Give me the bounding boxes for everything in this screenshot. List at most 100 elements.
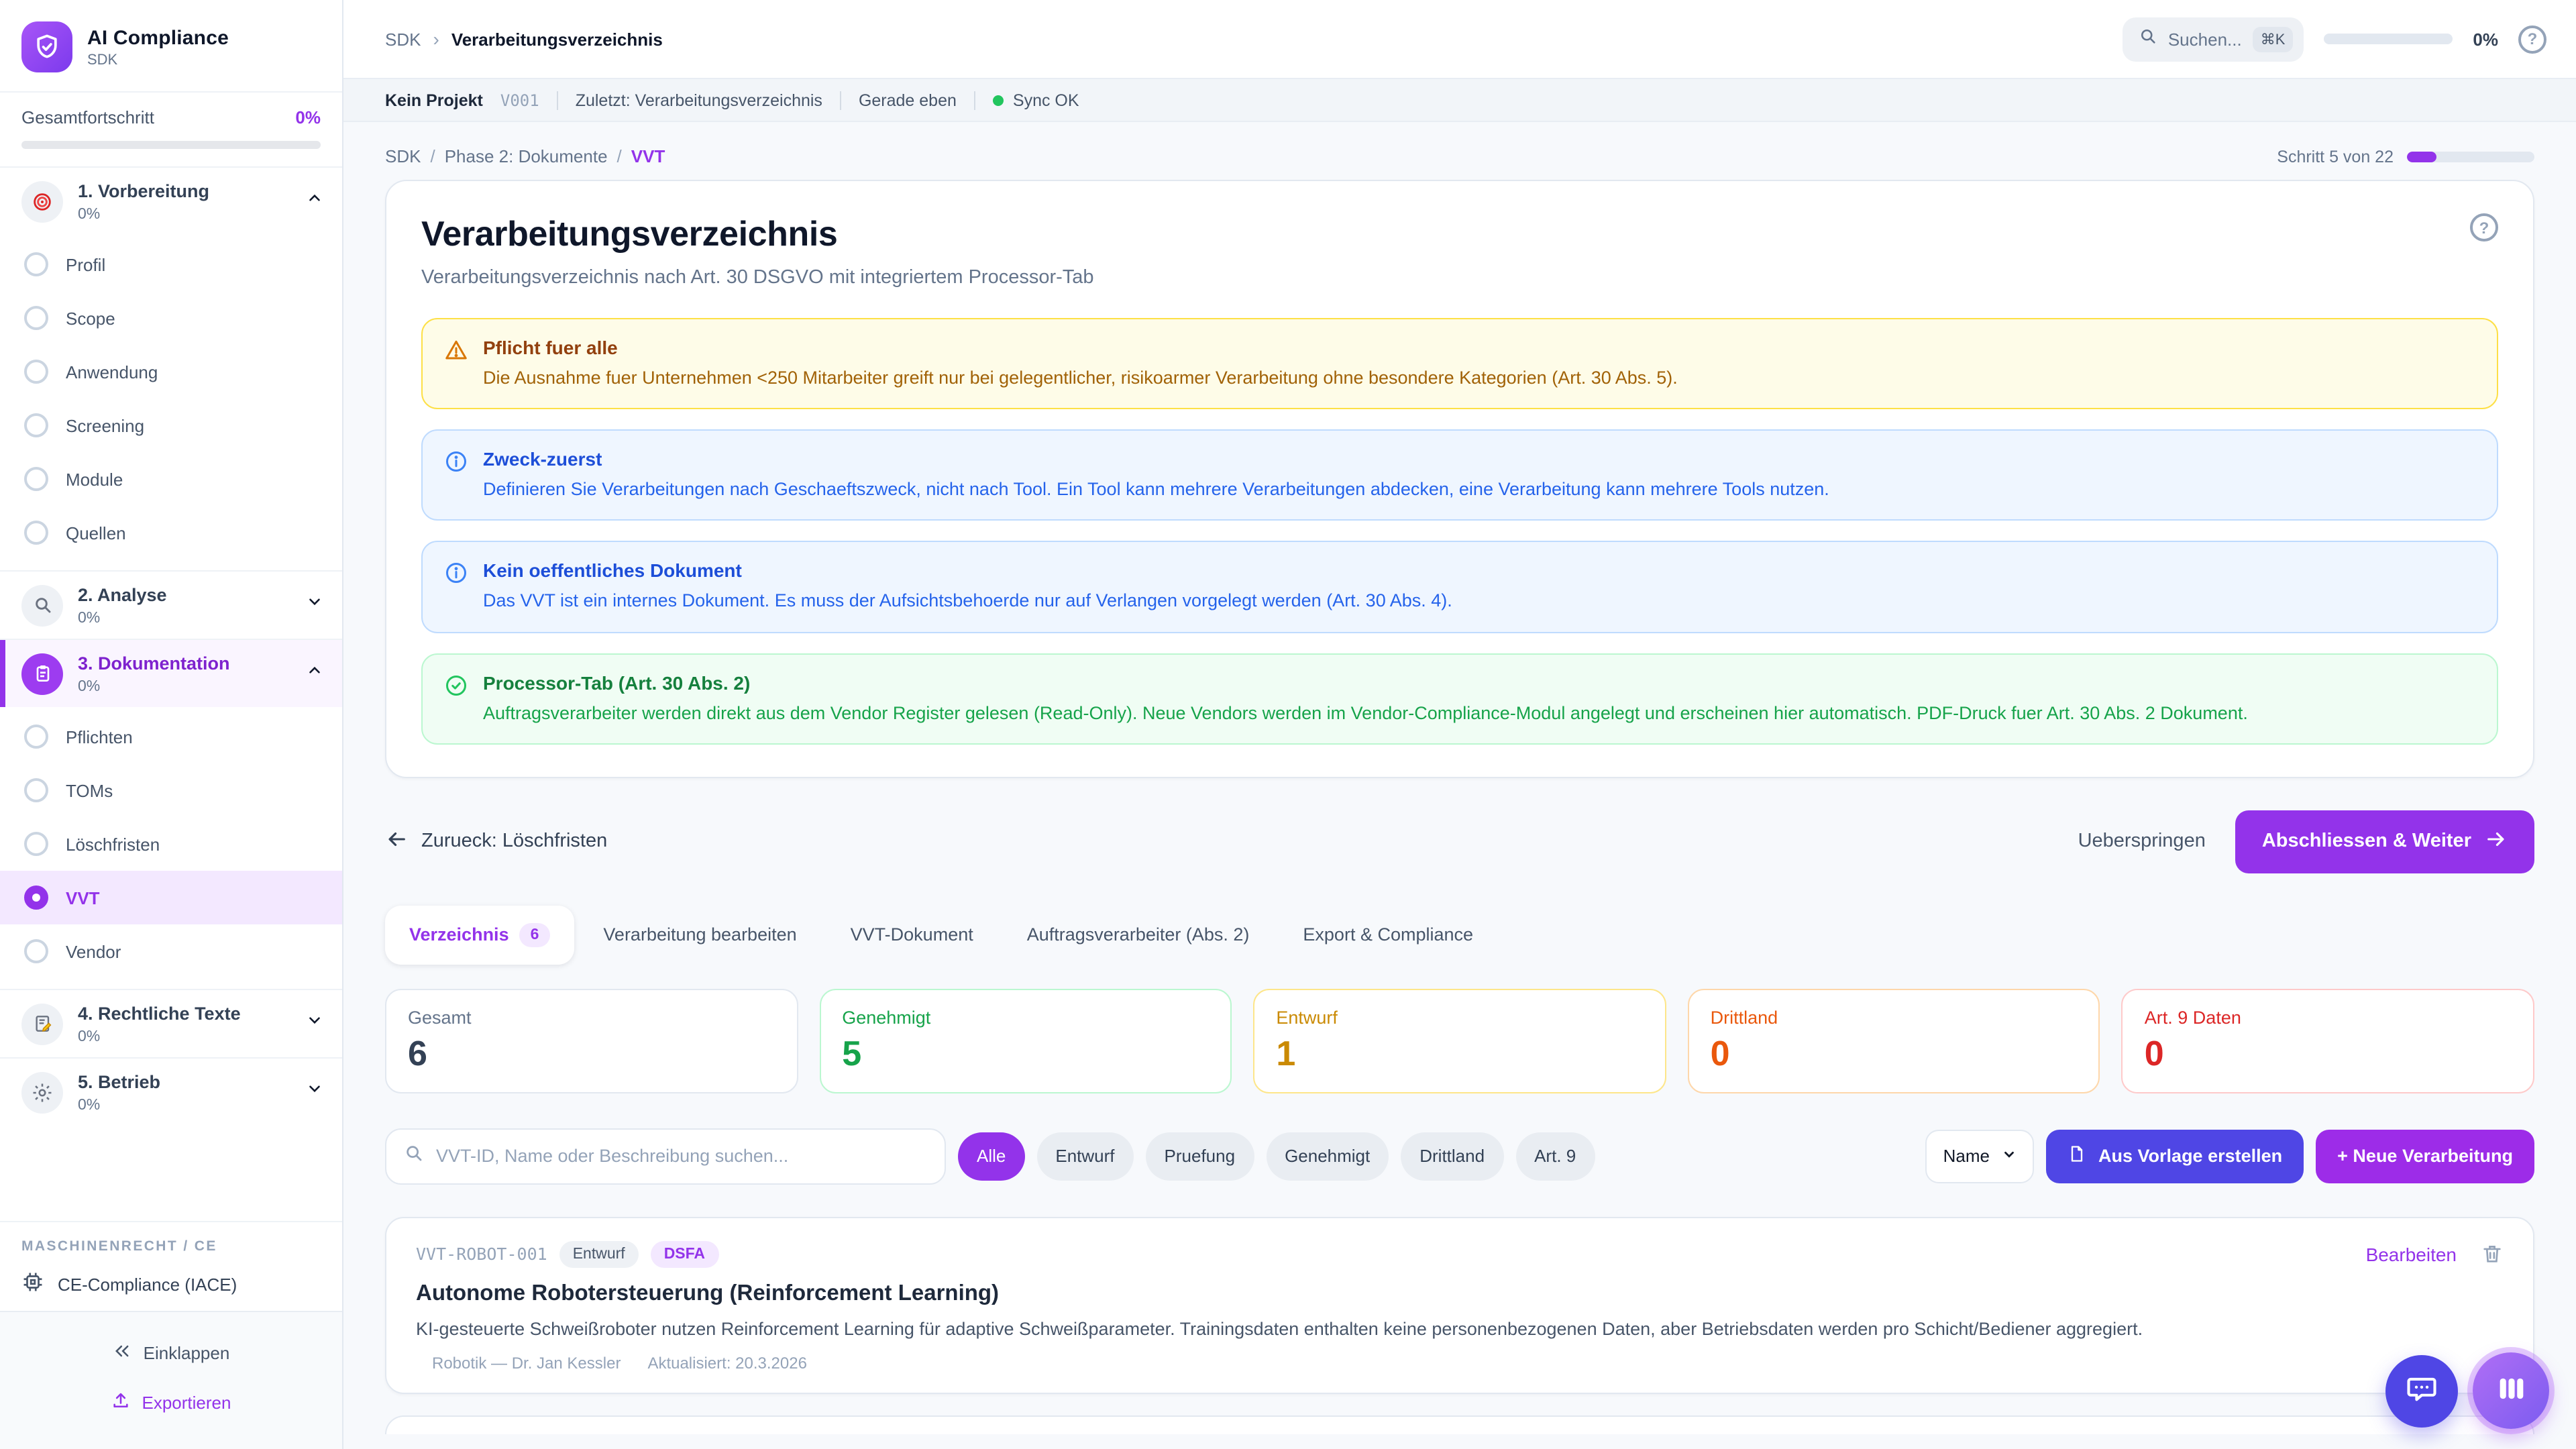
sidebar-item-pflichten[interactable]: Pflichten: [0, 710, 342, 763]
create-from-template-button[interactable]: Aus Vorlage erstellen: [2046, 1130, 2304, 1183]
alert-info: Kein oeffentliches Dokument Das VVT ist …: [421, 541, 2498, 633]
chevron-up-icon: [306, 189, 323, 213]
overall-progress-bar: [21, 141, 321, 149]
project-status: Kein Projekt: [385, 91, 483, 109]
filter-pruefung[interactable]: Pruefung: [1146, 1132, 1254, 1181]
filter-alle[interactable]: Alle: [958, 1132, 1024, 1181]
main-area: SDK › Verarbeitungsverzeichnis Suchen...…: [343, 0, 2576, 1449]
back-button[interactable]: Zurueck: Löschfristen: [385, 828, 607, 856]
app-root: AI Compliance SDK Gesamtfortschritt 0% 1…: [0, 0, 2576, 1449]
sidebar-item-quellen[interactable]: Quellen: [0, 506, 342, 559]
sidebar-item-vendor[interactable]: Vendor: [0, 924, 342, 978]
topbar: SDK › Verarbeitungsverzeichnis Suchen...…: [343, 0, 2576, 79]
step-circle-icon: [24, 413, 48, 437]
step-circle-icon: [24, 252, 48, 276]
step-circle-icon: [24, 724, 48, 749]
sidebar-item-toms[interactable]: TOMs: [0, 763, 342, 817]
record-search-input[interactable]: [436, 1146, 927, 1167]
last-step-label: Zuletzt: Verarbeitungsverzeichnis: [576, 91, 822, 109]
sidebar-item-screening[interactable]: Screening: [0, 398, 342, 452]
card-help-icon[interactable]: ?: [2470, 213, 2498, 241]
sidebar-section-analyse[interactable]: 2. Analyse 0%: [0, 570, 342, 639]
help-icon[interactable]: ?: [2518, 25, 2546, 53]
double-chevron-left-icon: [113, 1342, 131, 1364]
sidebar-section-betrieb[interactable]: 5. Betrieb 0%: [0, 1057, 342, 1126]
global-search[interactable]: Suchen... ⌘K: [2123, 17, 2304, 61]
tab-verarbeitung-bearbeiten[interactable]: Verarbeitung bearbeiten: [579, 908, 820, 963]
chevron-down-icon: [306, 1012, 323, 1036]
list-toolbar: Alle Entwurf Pruefung Genehmigt Drittlan…: [385, 1128, 2534, 1185]
alert-info: Zweck-zuerst Definieren Sie Verarbeitung…: [421, 429, 2498, 521]
machine-law-section: MASCHINENRECHT / CE CE-Compliance (IACE): [0, 1221, 342, 1311]
sidebar-section-rechtliche-texte[interactable]: 4. Rechtliche Texte 0%: [0, 989, 342, 1057]
shortcut-kbd: ⌘K: [2253, 26, 2294, 52]
columns-fab-button[interactable]: [2473, 1352, 2549, 1429]
page-content: SDK / Phase 2: Dokumente / VVT Schritt 5…: [343, 122, 2576, 1449]
alert-warning: Pflicht fuer alle Die Ausnahme fuer Unte…: [421, 318, 2498, 409]
record-updated: Aktualisiert: 20.3.2026: [647, 1354, 807, 1373]
new-record-button[interactable]: + Neue Verarbeitung: [2316, 1130, 2534, 1183]
dsfa-badge: DSFA: [651, 1241, 718, 1268]
breadcrumb-root[interactable]: SDK: [385, 29, 421, 49]
tab-vvt-dokument[interactable]: VVT-Dokument: [826, 908, 998, 963]
filter-genehmigt[interactable]: Genehmigt: [1266, 1132, 1389, 1181]
step-circle-active-icon: [24, 885, 48, 910]
sidebar-section-dokumentation[interactable]: 3. Dokumentation 0%: [0, 639, 342, 707]
divider: [557, 91, 558, 109]
step-circle-icon: [24, 360, 48, 384]
divider: [840, 91, 841, 109]
collapse-sidebar-button[interactable]: Einklappen: [0, 1328, 342, 1378]
chat-fab-button[interactable]: [2385, 1354, 2458, 1427]
machine-law-heading: MASCHINENRECHT / CE: [21, 1238, 321, 1254]
section-percent: 0%: [78, 1029, 291, 1045]
divider: [974, 91, 975, 109]
finish-next-button[interactable]: Abschliessen & Weiter: [2235, 810, 2534, 873]
chat-bubble-icon: [2404, 1371, 2439, 1410]
filter-art9[interactable]: Art. 9: [1515, 1132, 1595, 1181]
document-icon: [2068, 1145, 2086, 1168]
tab-verzeichnis[interactable]: Verzeichnis 6: [385, 906, 574, 965]
global-search-placeholder: Suchen...: [2168, 29, 2242, 49]
stat-art9-daten: Art. 9 Daten 0: [2122, 989, 2534, 1093]
sidebar-item-profil[interactable]: Profil: [0, 237, 342, 291]
skip-button[interactable]: Ueberspringen: [2078, 831, 2206, 853]
step-circle-icon: [24, 832, 48, 856]
step-counter: Schritt 5 von 22: [2277, 147, 2394, 166]
filter-entwurf[interactable]: Entwurf: [1036, 1132, 1133, 1181]
tab-count-badge: 6: [520, 923, 550, 947]
sidebar: AI Compliance SDK Gesamtfortschritt 0% 1…: [0, 0, 343, 1449]
sidebar-item-module[interactable]: Module: [0, 452, 342, 506]
sidebar-item-anwendung[interactable]: Anwendung: [0, 345, 342, 398]
topbar-progress-bar: [2324, 34, 2453, 44]
chevron-down-icon: [2002, 1146, 2017, 1167]
sidebar-item-ce-compliance[interactable]: CE-Compliance (IACE): [21, 1271, 321, 1297]
filter-drittland[interactable]: Drittland: [1401, 1132, 1503, 1181]
page-crumb-root[interactable]: SDK: [385, 146, 421, 166]
sidebar-nav: 1. Vorbereitung 0% Profil Scope Anwendun…: [0, 168, 342, 1221]
gear-icon: [21, 1071, 63, 1113]
arrow-left-icon: [385, 828, 408, 856]
sidebar-item-vvt[interactable]: VVT: [0, 871, 342, 924]
shield-logo-icon: [21, 21, 72, 72]
page-subtitle: Verarbeitungsverzeichnis nach Art. 30 DS…: [421, 267, 1094, 288]
app-brand: AI Compliance SDK: [0, 0, 342, 91]
sidebar-section-vorbereitung[interactable]: 1. Vorbereitung 0%: [0, 168, 342, 235]
clipboard-icon: [21, 653, 63, 694]
sidebar-item-scope[interactable]: Scope: [0, 291, 342, 345]
alert-list: Pflicht fuer alle Die Ausnahme fuer Unte…: [421, 318, 2498, 745]
section-percent: 0%: [78, 610, 291, 627]
statusbar: Kein Projekt V001 Zuletzt: Verarbeitungs…: [343, 79, 2576, 122]
edit-record-button[interactable]: Bearbeiten: [2366, 1244, 2457, 1265]
sync-ok-dot-icon: [993, 95, 1004, 105]
sort-select[interactable]: Name: [1926, 1130, 2034, 1183]
export-button[interactable]: Exportieren: [0, 1378, 342, 1428]
tab-auftragsverarbeiter[interactable]: Auftragsverarbeiter (Abs. 2): [1003, 908, 1274, 963]
section-label: 1. Vorbereitung: [78, 181, 209, 201]
page-title: Verarbeitungsverzeichnis: [421, 213, 1094, 255]
tab-export-compliance[interactable]: Export & Compliance: [1279, 908, 1497, 963]
delete-record-icon[interactable]: [2481, 1243, 2504, 1266]
upload-icon: [111, 1391, 130, 1414]
sidebar-item-loeschfristen[interactable]: Löschfristen: [0, 817, 342, 871]
page-crumb-phase[interactable]: Phase 2: Dokumente: [445, 146, 608, 166]
section-label: 5. Betrieb: [78, 1072, 160, 1092]
